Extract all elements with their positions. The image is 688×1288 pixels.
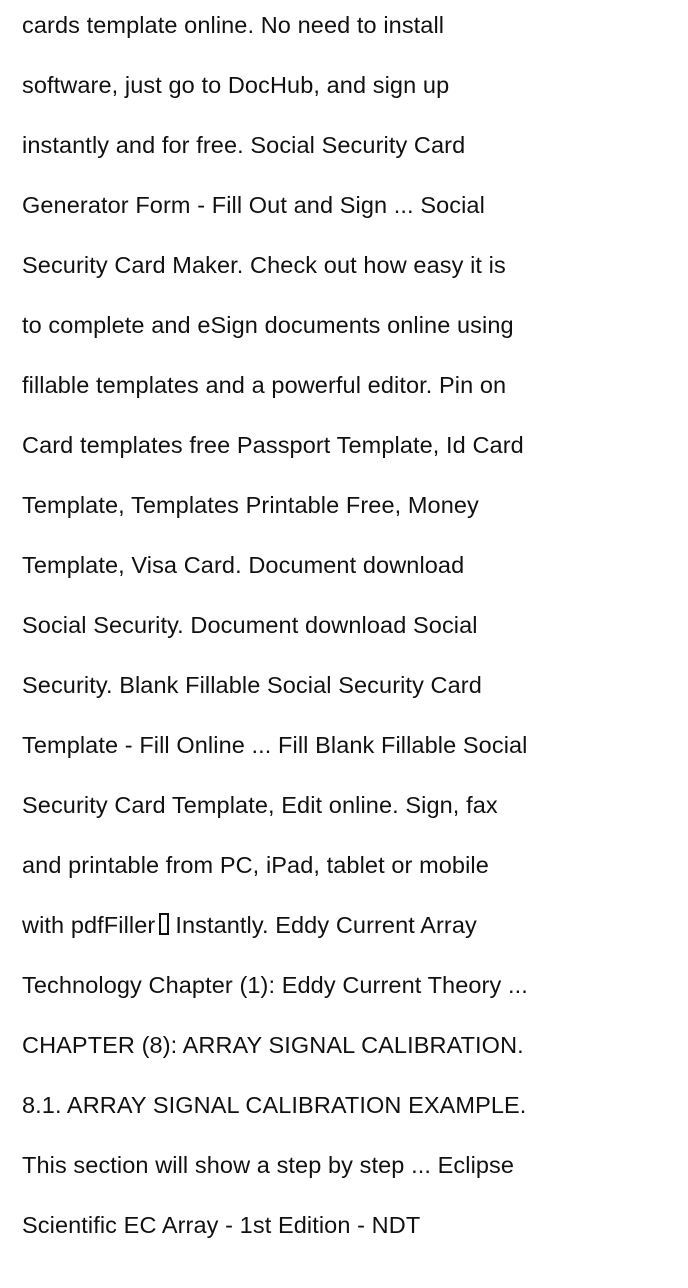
text-line-3: instantly and for free. Social Security … bbox=[22, 132, 466, 158]
text-line-15: and printable from PC, iPad, tablet or m… bbox=[22, 852, 489, 878]
text-line-1: cards template online. No need to instal… bbox=[22, 12, 445, 38]
text-line-14: Security Card Template, Edit online. Sig… bbox=[22, 792, 498, 818]
text-line-2: software, just go to DocHub, and sign up bbox=[22, 72, 450, 98]
text-line-10: Template, Visa Card. Document download bbox=[22, 552, 465, 578]
text-line-20: This section will show a step by step ..… bbox=[22, 1152, 515, 1178]
text-line-11: Social Security. Document download Socia… bbox=[22, 612, 478, 638]
article-body: cards template online. No need to instal… bbox=[0, 0, 688, 1288]
text-line-6: to complete and eSign documents online u… bbox=[22, 312, 514, 338]
text-line-13: Template - Fill Online ... Fill Blank Fi… bbox=[22, 732, 528, 758]
missing-glyph-icon bbox=[159, 913, 170, 935]
text-line-17: Technology Chapter (1): Eddy Current The… bbox=[22, 972, 528, 998]
text-line-5: Security Card Maker. Check out how easy … bbox=[22, 252, 506, 278]
text-line-19: 8.1. ARRAY SIGNAL CALIBRATION EXAMPLE. bbox=[22, 1092, 527, 1118]
text-line-16: with pdfFiller Instantly. Eddy Current Ar… bbox=[22, 912, 477, 939]
text-line-16-start: with pdfFiller bbox=[22, 912, 156, 938]
text-line-9: Template, Templates Printable Free, Mone… bbox=[22, 492, 479, 518]
text-line-18: CHAPTER (8): ARRAY SIGNAL CALIBRATION. bbox=[22, 1032, 524, 1058]
text-line-7: fillable templates and a powerful editor… bbox=[22, 372, 507, 398]
text-line-12: Security. Blank Fillable Social Security… bbox=[22, 672, 482, 698]
text-line-16-end: Instantly. Eddy Current Array bbox=[175, 912, 477, 938]
text-line-4: Generator Form - Fill Out and Sign ... S… bbox=[22, 192, 485, 218]
text-line-8: Card templates free Passport Template, I… bbox=[22, 432, 524, 458]
text-line-21: Scientific EC Array - 1st Edition - NDT bbox=[22, 1212, 421, 1238]
